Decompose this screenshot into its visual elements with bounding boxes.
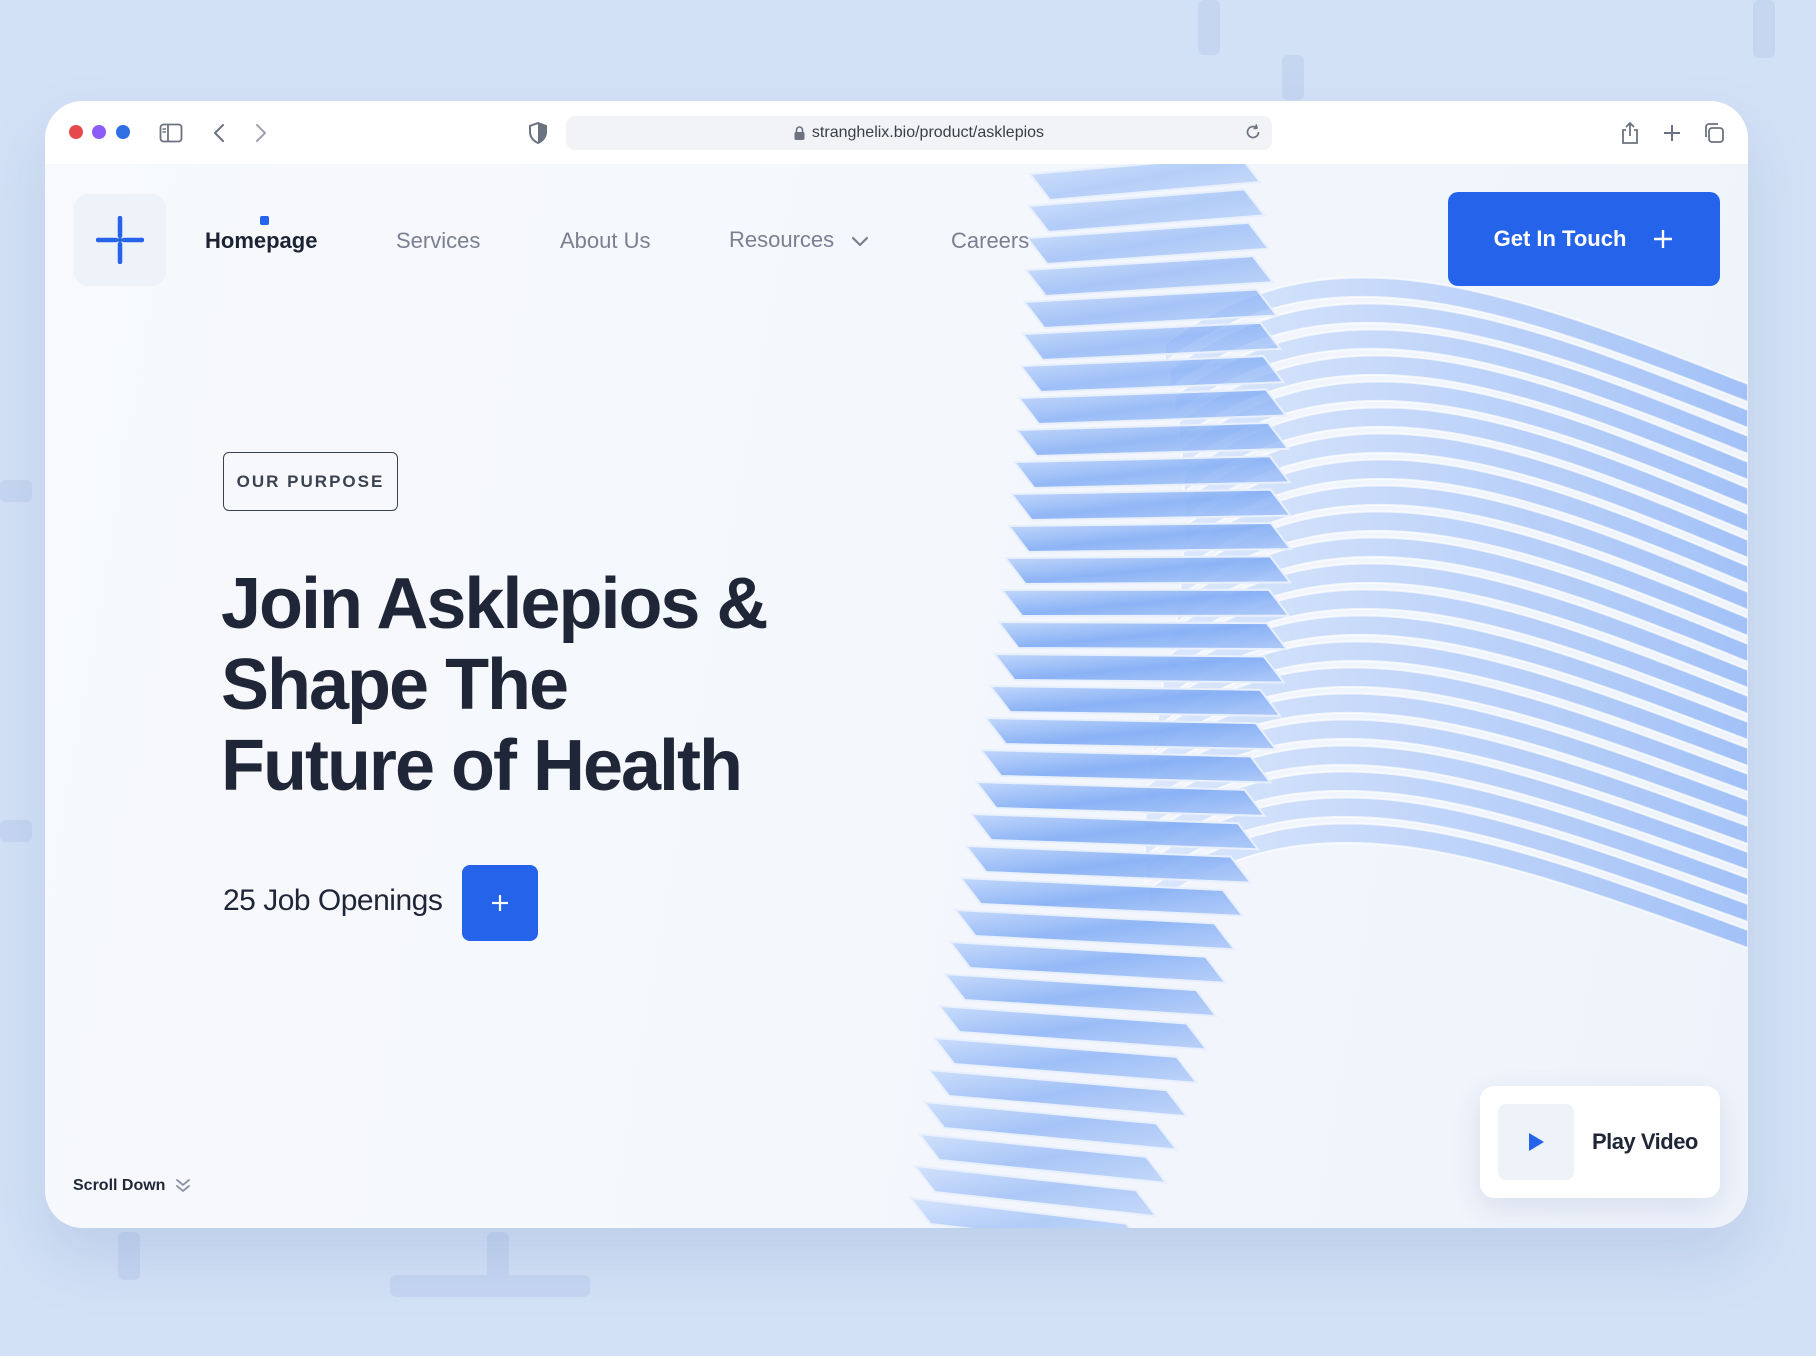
tab-overview-icon[interactable] — [1702, 121, 1726, 145]
sidebar-toggle-icon[interactable] — [159, 121, 183, 145]
browser-window: stranghelix.bio/product/asklepios Homepa… — [45, 101, 1748, 1228]
back-arrow-icon[interactable] — [207, 121, 231, 145]
plus-icon — [1654, 230, 1673, 248]
headline-line-1: Join Asklepios & — [221, 564, 768, 644]
background-pattern — [0, 820, 32, 842]
helix-blade — [992, 652, 1286, 684]
scroll-down-label: Scroll Down — [73, 1177, 166, 1194]
logo[interactable] — [74, 194, 166, 286]
headline-line-2: Shape The — [221, 645, 569, 725]
chevron-down-icon[interactable] — [851, 234, 869, 252]
our-purpose-badge: OUR PURPOSE — [223, 452, 398, 511]
helix-blade — [953, 908, 1237, 951]
privacy-shield-icon[interactable] — [526, 121, 550, 145]
helix-blade — [1006, 521, 1293, 554]
share-icon[interactable] — [1618, 121, 1642, 145]
minimize-window-button[interactable] — [92, 125, 106, 139]
helix-blade — [1000, 588, 1291, 618]
url-text: stranghelix.bio/product/asklepios — [811, 124, 1045, 141]
scroll-down-link[interactable]: Scroll Down — [73, 1177, 191, 1195]
job-openings-text: 25 Job Openings — [223, 884, 443, 917]
helix-blade — [969, 812, 1261, 851]
background-pattern — [1198, 0, 1220, 55]
address-bar[interactable]: stranghelix.bio/product/asklepios — [566, 116, 1272, 150]
play-video-button[interactable]: Play Video — [1480, 1086, 1720, 1198]
active-nav-indicator — [260, 216, 269, 225]
headline-line-3: Future of Health — [221, 726, 743, 806]
helix-blade — [1020, 321, 1283, 362]
helix-blade — [983, 716, 1278, 751]
nav-item-services[interactable]: Services — [396, 228, 480, 254]
plus-icon — [492, 895, 508, 911]
logo-icon — [96, 216, 144, 264]
double-chevron-down-icon — [176, 1179, 191, 1193]
background-pattern — [0, 480, 32, 502]
helix-blade — [988, 684, 1283, 717]
play-video-label: Play Video — [1592, 1129, 1698, 1154]
browser-toolbar: stranghelix.bio/product/asklepios — [45, 101, 1748, 164]
helix-illustration — [908, 164, 1748, 1228]
helix-blade — [1003, 555, 1293, 586]
helix-blade — [964, 844, 1253, 884]
helix-blade — [1009, 488, 1293, 522]
nav-item-resources[interactable]: Resources — [729, 227, 834, 253]
background-pattern — [1282, 55, 1304, 100]
forward-arrow-icon[interactable] — [249, 121, 273, 145]
job-openings-button[interactable] — [462, 865, 538, 941]
nav-item-homepage[interactable]: Homepage — [205, 228, 317, 254]
hero-headline: Join Asklepios & Shape The Future of Hea… — [221, 564, 841, 807]
helix-blade — [958, 876, 1245, 918]
get-in-touch-label: Get In Touch — [1493, 226, 1627, 251]
background-pattern — [487, 1232, 509, 1280]
background-pattern — [390, 1275, 590, 1297]
reload-icon[interactable] — [1244, 123, 1262, 146]
nav-item-careers[interactable]: Careers — [951, 228, 1029, 254]
helix-blade — [996, 620, 1289, 651]
lock-icon — [794, 126, 805, 140]
helix-blade — [1014, 421, 1291, 458]
maximize-window-button[interactable] — [116, 125, 130, 139]
helix-blade — [1012, 455, 1292, 490]
play-icon — [1529, 1133, 1544, 1151]
close-window-button[interactable] — [69, 125, 83, 139]
nav-item-about-us[interactable]: About Us — [560, 228, 651, 254]
background-pattern — [118, 1232, 140, 1280]
page-content: Homepage Services About Us Resources Car… — [45, 164, 1748, 1228]
play-icon-box — [1498, 1104, 1574, 1180]
background-pattern — [1753, 0, 1775, 58]
get-in-touch-button[interactable]: Get In Touch — [1448, 192, 1720, 286]
new-tab-icon[interactable] — [1660, 121, 1684, 145]
